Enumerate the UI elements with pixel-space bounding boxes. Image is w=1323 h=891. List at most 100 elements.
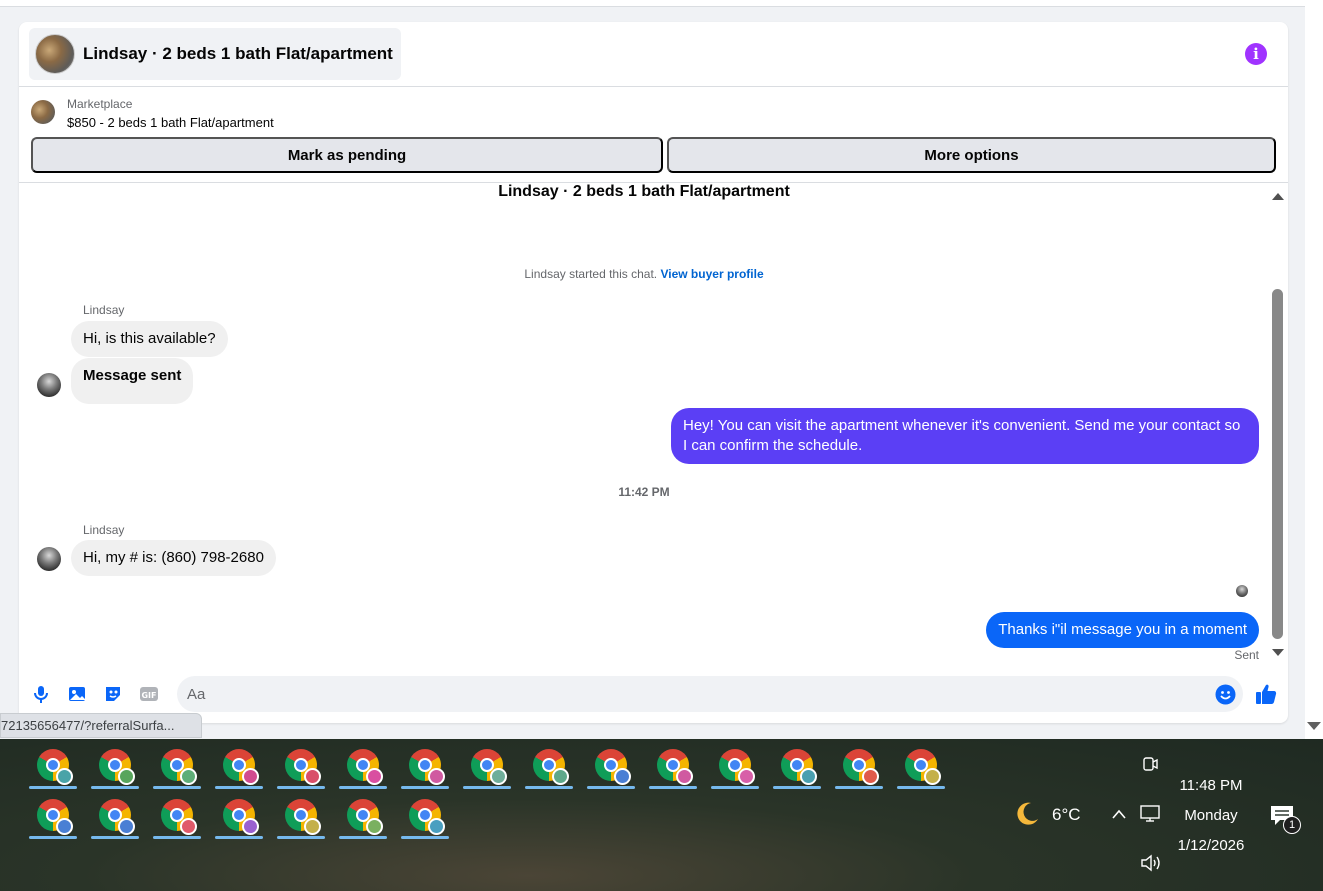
chrome-icon [409,749,445,785]
weather-temperature[interactable]: 6°C [1052,805,1081,825]
outgoing-message[interactable]: Thanks i"il message you in a moment [986,612,1259,648]
conversation-title-button[interactable]: Lindsay · 2 beds 1 bath Flat/apartment [29,28,401,80]
more-options-button[interactable]: More options [667,137,1276,173]
thread-scrollbar[interactable] [1269,187,1288,667]
contact-avatar[interactable] [37,373,61,397]
speaker-icon[interactable] [1140,854,1162,872]
message-timestamp: 11:42 PM [618,485,670,499]
profile-avatar-icon [924,768,941,785]
running-indicator [835,786,883,789]
incoming-message[interactable]: Hi, my # is: (860) 798-2680 [71,540,276,576]
chrome-icon [533,749,569,785]
chrome-profile-window[interactable] [150,791,204,839]
running-indicator [649,786,697,789]
sender-name: Lindsay [83,523,125,537]
outgoing-message[interactable]: Hey! You can visit the apartment wheneve… [671,408,1259,464]
incoming-message[interactable]: Hi, is this available? [71,321,228,357]
info-icon[interactable]: i [1245,43,1267,65]
chrome-profile-window[interactable] [894,741,948,789]
profile-avatar-icon [56,768,73,785]
scroll-thumb[interactable] [1272,289,1283,639]
profile-avatar-icon [800,768,817,785]
chrome-icon [719,749,755,785]
thumbs-up-icon[interactable] [1254,682,1278,706]
chrome-icon [843,749,879,785]
chevron-up-icon[interactable] [1111,808,1127,820]
scroll-down-arrow[interactable] [1272,649,1284,656]
mark-as-pending-button[interactable]: Mark as pending [31,137,663,173]
running-indicator [711,786,759,789]
listing-thumbnail [35,34,75,74]
chrome-profile-window[interactable] [212,741,266,789]
chrome-profile-window[interactable] [584,741,638,789]
camera-icon[interactable] [1142,755,1158,773]
chrome-profile-window[interactable] [274,791,328,839]
running-indicator [525,786,573,789]
seen-indicator-avatar [1236,585,1248,597]
running-indicator [587,786,635,789]
chrome-profile-window[interactable] [212,791,266,839]
chrome-profile-window[interactable] [26,741,80,789]
listing-small-thumbnail [31,100,55,124]
chrome-profile-window[interactable] [522,741,576,789]
chrome-profile-window[interactable] [770,741,824,789]
svg-text:GIF: GIF [141,691,156,700]
chrome-icon [37,799,73,835]
view-buyer-profile-link[interactable]: View buyer profile [660,267,763,281]
chrome-icon [347,799,383,835]
chrome-profile-window[interactable] [26,791,80,839]
chrome-profile-window[interactable] [274,741,328,789]
chrome-profile-window[interactable] [150,741,204,789]
running-indicator [401,836,449,839]
chrome-icon [595,749,631,785]
running-indicator [29,786,77,789]
page-scroll-down-arrow[interactable] [1307,722,1321,730]
thread-title: Lindsay · 2 beds 1 bath Flat/apartment [498,183,790,200]
profile-avatar-icon [304,768,321,785]
profile-avatar-icon [366,768,383,785]
incoming-message[interactable]: Message sent [71,358,194,404]
chrome-profile-window[interactable] [336,791,390,839]
profile-avatar-icon [862,768,879,785]
chrome-profile-window[interactable] [336,741,390,789]
page-scrollbar[interactable] [1305,0,1323,739]
chrome-icon [781,749,817,785]
sender-name: Lindsay [83,303,125,317]
chrome-profile-window[interactable] [398,741,452,789]
message-thread: Lindsay · 2 beds 1 bath Flat/apartment L… [19,183,1269,668]
chrome-icon [161,749,197,785]
chrome-icon [347,749,383,785]
profile-avatar-icon [428,818,445,835]
chrome-profile-window[interactable] [398,791,452,839]
gif-icon[interactable]: GIF [139,684,159,704]
chrome-profile-window[interactable] [460,741,514,789]
clock-day[interactable]: Monday [1176,807,1246,824]
clock-date[interactable]: 1/12/2026 [1172,837,1250,854]
running-indicator [277,836,325,839]
chat-started-note: Lindsay started this chat. View buyer pr… [19,267,1269,281]
emoji-icon[interactable] [1215,684,1236,705]
chrome-profile-window[interactable] [832,741,886,789]
microphone-icon[interactable] [31,684,51,704]
profile-avatar-icon [56,818,73,835]
moon-icon[interactable] [1013,800,1041,828]
profile-avatar-icon [676,768,693,785]
sticker-icon[interactable] [103,684,123,704]
network-icon[interactable] [1140,805,1160,823]
chrome-profile-window[interactable] [708,741,762,789]
running-indicator [401,786,449,789]
clock-time[interactable]: 11:48 PM [1176,777,1246,794]
contact-avatar[interactable] [37,547,61,571]
chrome-profile-window[interactable] [88,741,142,789]
chrome-icon [285,799,321,835]
chrome-icon [657,749,693,785]
listing-summary[interactable]: Marketplace $850 - 2 beds 1 bath Flat/ap… [19,88,1288,134]
image-icon[interactable] [67,684,87,704]
profile-avatar-icon [118,818,135,835]
chrome-profile-window[interactable] [646,741,700,789]
notification-count-badge: 1 [1283,816,1301,834]
chrome-profile-window[interactable] [88,791,142,839]
scroll-up-arrow[interactable] [1272,193,1284,200]
message-input[interactable] [177,676,1243,712]
profile-avatar-icon [738,768,755,785]
